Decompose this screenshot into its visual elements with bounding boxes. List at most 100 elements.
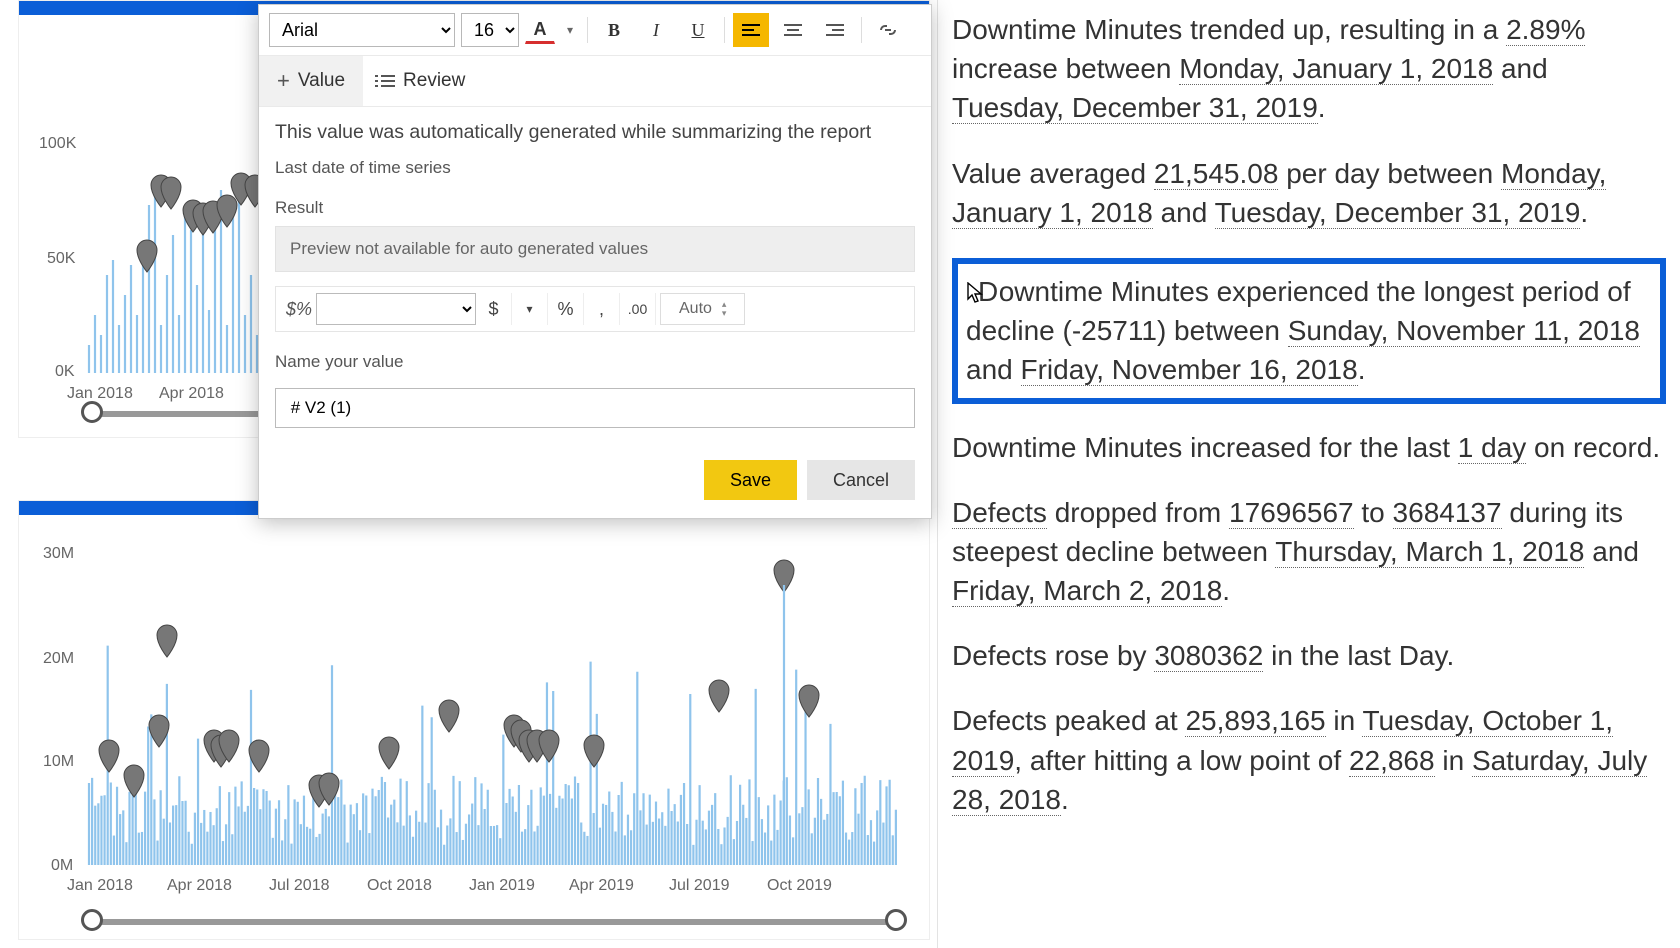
- tab-label: Value: [298, 70, 345, 92]
- text: Downtime Minutes trended up, resulting i…: [952, 14, 1506, 45]
- currency-caret[interactable]: ▾: [512, 293, 548, 325]
- link-button[interactable]: [870, 13, 906, 47]
- chart-card-defects[interactable]: 30M 20M 10M 0M Jan 2018 Apr 2018 Jul 201…: [18, 500, 930, 940]
- align-center-button[interactable]: [775, 13, 811, 47]
- x-tick: Jan 2019: [469, 877, 535, 895]
- text: and: [1493, 53, 1548, 84]
- text: on record.: [1526, 432, 1660, 463]
- save-button[interactable]: Save: [704, 460, 797, 500]
- text: dropped from: [1047, 497, 1229, 528]
- text: .: [1222, 575, 1230, 606]
- spinner-icon[interactable]: ▴▾: [722, 300, 727, 318]
- tab-value[interactable]: Value: [259, 56, 363, 106]
- text: and: [966, 354, 1021, 385]
- narrative-line[interactable]: Defects dropped from 17696567 to 3684137…: [952, 493, 1666, 611]
- app-root: 100K 50K 0K Jan 2018 Apr 2018: [0, 0, 1680, 948]
- narrative-line[interactable]: Defects peaked at 25,893,165 in Tuesday,…: [952, 701, 1666, 819]
- tab-review[interactable]: Review: [363, 56, 483, 106]
- dynamic-value[interactable]: Friday, March 2, 2018: [952, 575, 1222, 607]
- number-format-row: $% $ ▾ % , .00 Auto ▴▾: [275, 286, 915, 332]
- format-toolbar: Arial 16 A ▾ B I U: [259, 5, 931, 56]
- text: Defects peaked at: [952, 705, 1185, 736]
- thousands-button[interactable]: ,: [584, 293, 620, 325]
- dynamic-value[interactable]: Monday, January 1, 2018: [1179, 53, 1493, 85]
- currency-button[interactable]: $: [476, 293, 512, 325]
- slider-handle-right[interactable]: [885, 909, 907, 931]
- dynamic-value[interactable]: 22,868: [1349, 745, 1435, 777]
- auto-label: Auto: [679, 300, 712, 318]
- result-preview: Preview not available for auto generated…: [275, 226, 915, 272]
- format-select[interactable]: [316, 293, 476, 325]
- text: per day between: [1278, 158, 1501, 189]
- dynamic-value[interactable]: 1 day: [1458, 432, 1527, 464]
- narrative-line[interactable]: Downtime Minutes trended up, resulting i…: [952, 10, 1666, 128]
- cursor-icon: [966, 282, 984, 304]
- name-heading: Name your value: [275, 352, 915, 372]
- dynamic-value[interactable]: Thursday, March 1, 2018: [1275, 536, 1584, 568]
- divider: [724, 17, 725, 43]
- divider: [861, 17, 862, 43]
- x-tick: Apr 2018: [167, 877, 232, 895]
- align-right-button[interactable]: [817, 13, 853, 47]
- cancel-button[interactable]: Cancel: [807, 460, 915, 500]
- slider-handle-left[interactable]: [81, 401, 103, 423]
- value-name-input[interactable]: [275, 388, 915, 428]
- plus-icon: [277, 68, 290, 94]
- italic-button[interactable]: I: [638, 13, 674, 47]
- dynamic-value[interactable]: Defects: [952, 497, 1047, 529]
- format-prefix-icon: $%: [282, 299, 316, 320]
- auto-format-box[interactable]: Auto ▴▾: [660, 293, 745, 325]
- font-color-caret[interactable]: ▾: [561, 13, 579, 47]
- x-tick: Apr 2019: [569, 877, 634, 895]
- font-color-button[interactable]: A: [525, 16, 555, 44]
- visual-canvas: 100K 50K 0K Jan 2018 Apr 2018: [0, 0, 938, 948]
- selected-narrative-line[interactable]: Downtime Minutes experienced the longest…: [952, 258, 1666, 404]
- x-tick: Jan 2018: [67, 877, 133, 895]
- dynamic-value[interactable]: 3684137: [1393, 497, 1502, 529]
- dialog-buttons: Save Cancel: [259, 446, 931, 518]
- dynamic-value[interactable]: 17696567: [1229, 497, 1354, 529]
- decimals-button[interactable]: .00: [620, 293, 656, 325]
- dynamic-value[interactable]: Friday, November 16, 2018: [1021, 354, 1358, 386]
- divider: [587, 17, 588, 43]
- value-editor-popup: Arial 16 A ▾ B I U: [258, 4, 932, 519]
- percent-button[interactable]: %: [548, 293, 584, 325]
- dynamic-value[interactable]: 2.89%: [1506, 14, 1585, 46]
- narrative-line[interactable]: Value averaged 21,545.08 per day between…: [952, 154, 1666, 232]
- dynamic-value[interactable]: Tuesday, December 31, 2019: [1215, 197, 1581, 229]
- slider-handle-left[interactable]: [81, 909, 103, 931]
- dynamic-value[interactable]: (-25711): [1063, 315, 1167, 346]
- align-left-button[interactable]: [733, 13, 769, 47]
- narrative-line[interactable]: Downtime Minutes increased for the last …: [952, 428, 1666, 467]
- chart-plot-area-bottom: 30M 20M 10M 0M Jan 2018 Apr 2018 Jul 201…: [19, 515, 929, 895]
- text: between: [1166, 315, 1287, 346]
- x-tick: Oct 2019: [767, 877, 832, 895]
- text: Downtime Minutes increased for the last: [952, 432, 1458, 463]
- text: and: [1153, 197, 1215, 228]
- text: in: [1435, 745, 1472, 776]
- auto-generated-note: This value was automatically generated w…: [275, 121, 915, 144]
- dynamic-value[interactable]: 21,545.08: [1154, 158, 1279, 190]
- bold-button[interactable]: B: [596, 13, 632, 47]
- font-size-select[interactable]: 16: [461, 13, 519, 47]
- font-family-select[interactable]: Arial: [269, 13, 455, 47]
- x-tick: Jul 2018: [269, 877, 330, 895]
- smart-narrative[interactable]: Downtime Minutes trended up, resulting i…: [938, 0, 1680, 948]
- query-description: Last date of time series: [275, 158, 915, 178]
- x-tick: Oct 2018: [367, 877, 432, 895]
- dynamic-value[interactable]: 3080362: [1154, 640, 1263, 672]
- underline-button[interactable]: U: [680, 13, 716, 47]
- range-slider-bottom[interactable]: [89, 919, 899, 925]
- narrative-line[interactable]: Defects rose by 3080362 in the last Day.: [952, 636, 1666, 675]
- result-heading: Result: [275, 198, 915, 218]
- dynamic-value[interactable]: 25,893,165: [1185, 705, 1325, 737]
- text: .: [1580, 197, 1588, 228]
- dynamic-value[interactable]: Sunday, November 11, 2018: [1288, 315, 1640, 347]
- dynamic-value[interactable]: Tuesday, December 31, 2019: [952, 92, 1318, 124]
- x-tick: Apr 2018: [159, 385, 224, 403]
- text: to: [1354, 497, 1393, 528]
- text: .: [1358, 354, 1366, 385]
- text: .: [1061, 784, 1069, 815]
- text: .: [1318, 92, 1326, 123]
- list-icon: [381, 75, 395, 87]
